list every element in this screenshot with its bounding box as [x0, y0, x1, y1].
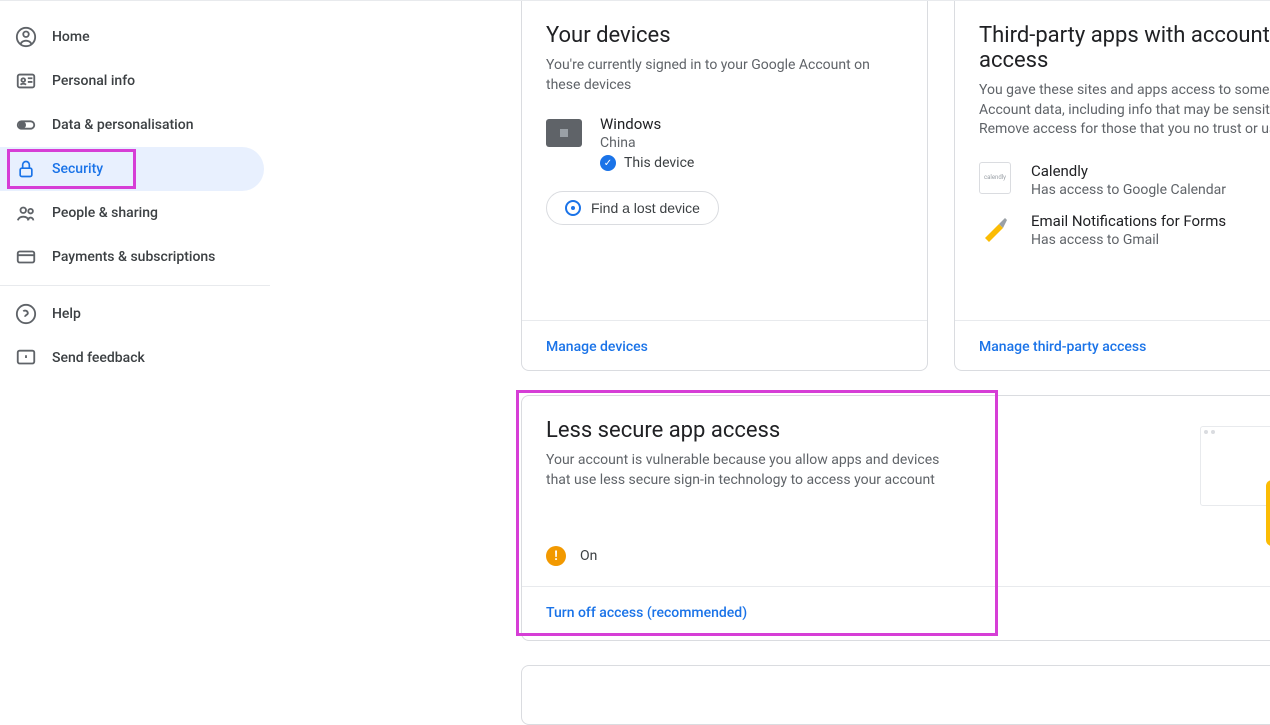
sidebar-item-label: Security: [52, 161, 103, 177]
sidebar-item-label: Home: [52, 29, 90, 45]
sidebar-item-security[interactable]: Security: [0, 147, 264, 191]
manage-third-party-link[interactable]: Manage third-party access: [979, 339, 1146, 355]
device-row[interactable]: Windows China ✓ This device: [522, 115, 927, 171]
device-location: China: [600, 135, 694, 151]
help-icon: [14, 302, 38, 326]
less-secure-app-card: Less secure app access Your account is v…: [521, 395, 1270, 641]
toggle-icon: [14, 113, 38, 137]
sidebar: Home Personal info Data & personalisatio…: [0, 15, 270, 380]
app-row-email-notifications[interactable]: Email Notifications for Forms Has access…: [955, 198, 1270, 248]
third-party-apps-card: Third-party apps with account access You…: [954, 1, 1270, 371]
find-lost-device-button[interactable]: Find a lost device: [546, 191, 719, 225]
desktop-icon: [546, 119, 582, 147]
sidebar-item-label: Personal info: [52, 73, 135, 89]
sidebar-item-label: Data & personalisation: [52, 117, 194, 133]
calendly-icon: calendly: [979, 162, 1011, 194]
sidebar-item-label: Help: [52, 306, 81, 322]
brush-icon: [979, 212, 1011, 244]
sidebar-item-help[interactable]: Help: [0, 292, 264, 336]
check-circle-icon: ✓: [600, 155, 616, 171]
app-access: Has access to Gmail: [1031, 232, 1226, 248]
sidebar-item-label: People & sharing: [52, 205, 158, 221]
card-subtitle: Your account is vulnerable because you a…: [546, 451, 958, 490]
lock-icon: [14, 157, 38, 181]
credit-card-icon: [14, 245, 38, 269]
your-devices-card: Your devices You're currently signed in …: [521, 1, 928, 371]
app-name: Calendly: [1031, 162, 1226, 180]
sidebar-item-send-feedback[interactable]: Send feedback: [0, 336, 264, 380]
warning-icon: !: [546, 546, 566, 566]
app-name: Email Notifications for Forms: [1031, 212, 1226, 230]
divider: [0, 285, 270, 286]
less-secure-status: On: [580, 548, 597, 564]
sidebar-item-label: Payments & subscriptions: [52, 249, 215, 265]
people-icon: [14, 201, 38, 225]
account-circle-icon: [14, 25, 38, 49]
turn-off-access-link[interactable]: Turn off access (recommended): [546, 605, 747, 621]
target-icon: [565, 200, 581, 216]
this-device-label: This device: [624, 155, 694, 171]
manage-devices-link[interactable]: Manage devices: [546, 339, 648, 355]
sidebar-item-home[interactable]: Home: [0, 15, 264, 59]
feedback-icon: [14, 346, 38, 370]
sidebar-item-people-sharing[interactable]: People & sharing: [0, 191, 264, 235]
card-subtitle: You gave these sites and apps access to …: [979, 81, 1270, 140]
sidebar-item-personal-info[interactable]: Personal info: [0, 59, 264, 103]
id-card-icon: [14, 69, 38, 93]
card-title: Less secure app access: [546, 418, 958, 443]
card-subtitle: You're currently signed in to your Googl…: [546, 56, 903, 95]
app-row-calendly[interactable]: calendly Calendly Has access to Google C…: [955, 148, 1270, 198]
app-access: Has access to Google Calendar: [1031, 182, 1226, 198]
sidebar-item-data-personalisation[interactable]: Data & personalisation: [0, 103, 264, 147]
device-name: Windows: [600, 115, 694, 133]
unlocked-lock-illustration: [1200, 416, 1270, 546]
sidebar-item-label: Send feedback: [52, 350, 145, 366]
next-card-peek: [521, 665, 1270, 725]
sidebar-item-payments-subscriptions[interactable]: Payments & subscriptions: [0, 235, 264, 279]
card-title: Third-party apps with account access: [979, 23, 1270, 73]
card-title: Your devices: [546, 23, 903, 48]
find-lost-device-label: Find a lost device: [591, 200, 700, 216]
